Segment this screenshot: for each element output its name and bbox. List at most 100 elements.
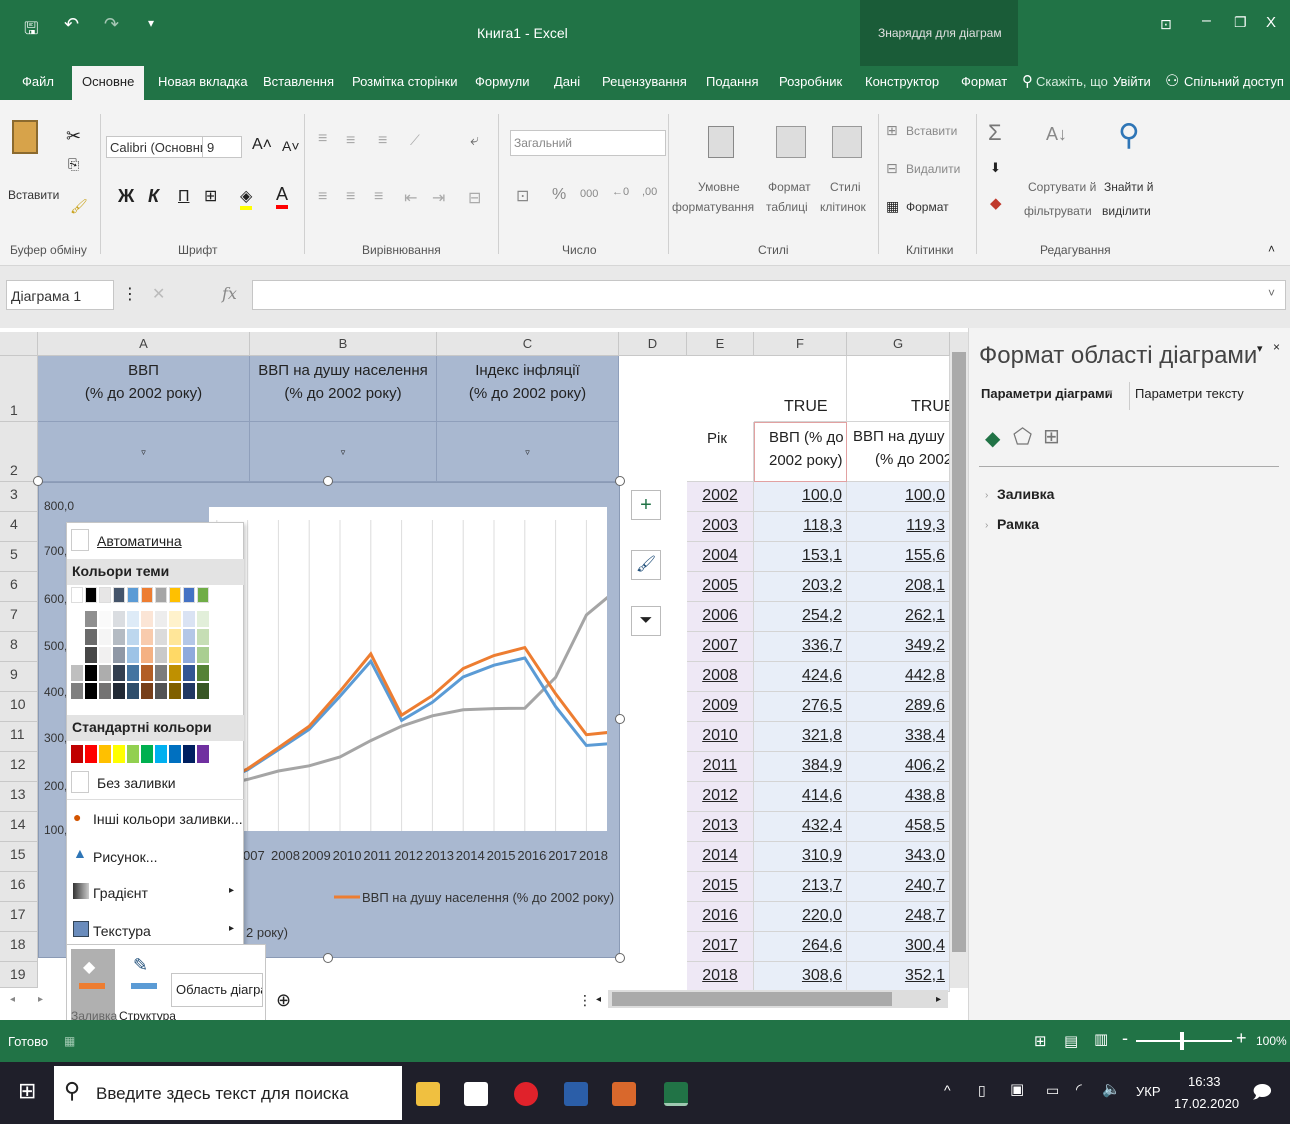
theme-color-swatch[interactable] [71,683,83,699]
sheet-nav-right-icon[interactable]: ▸ [38,994,43,1005]
theme-color-swatch[interactable] [197,587,209,603]
theme-color-swatch[interactable] [99,629,111,645]
standard-color-swatch[interactable] [197,745,209,763]
theme-color-swatch[interactable] [155,683,167,699]
excel-app-icon[interactable] [664,1082,688,1106]
pane-close-icon[interactable]: × [1273,340,1280,354]
tray-usb-icon[interactable]: ▯ [978,1082,986,1099]
chart-element-select[interactable]: Область діагра [171,973,263,1007]
theme-color-swatch[interactable] [141,587,153,603]
size-properties-icon[interactable]: ⊞ [1043,424,1060,449]
page-break-view-icon[interactable]: ▥ [1094,1030,1108,1048]
theme-color-swatch[interactable] [99,683,111,699]
effects-icon[interactable]: ⬠ [1013,424,1032,450]
theme-color-swatch[interactable] [197,647,209,663]
theme-color-swatch[interactable] [141,665,153,681]
fill-line-icon[interactable]: ◆ [985,426,1000,451]
theme-color-swatch[interactable] [183,587,195,603]
file-explorer-icon[interactable] [416,1082,440,1106]
theme-color-swatch[interactable] [169,683,181,699]
resize-handle[interactable] [323,476,333,486]
scroll-right-icon[interactable]: ▸ [936,994,941,1005]
fill-section[interactable]: Заливка [997,486,1054,502]
standard-color-swatch[interactable] [169,745,181,763]
tray-language[interactable]: УКР [1136,1084,1161,1099]
opera-icon[interactable] [514,1082,538,1106]
resize-handle[interactable] [615,953,625,963]
theme-color-swatch[interactable] [155,665,167,681]
theme-color-swatch[interactable] [99,665,111,681]
chart-styles-button[interactable]: 🖌 [631,550,661,580]
hscroll-thumb[interactable] [612,992,892,1006]
theme-color-swatch[interactable] [85,629,97,645]
more-fill-colors-option[interactable]: Інші кольори заливки... [93,811,270,827]
theme-color-swatch[interactable] [183,647,195,663]
theme-color-swatch[interactable] [127,647,139,663]
chart-elements-button[interactable]: + [631,490,661,520]
theme-color-swatch[interactable] [141,683,153,699]
theme-color-swatch[interactable] [85,647,97,663]
standard-color-swatch[interactable] [183,745,195,763]
theme-color-swatch[interactable] [127,629,139,645]
theme-color-swatch[interactable] [99,647,111,663]
theme-color-swatch[interactable] [141,611,153,627]
theme-color-swatch[interactable] [113,611,125,627]
theme-color-swatch[interactable] [155,611,167,627]
theme-color-swatch[interactable] [127,683,139,699]
theme-color-swatch[interactable] [71,629,83,645]
theme-color-swatch[interactable] [197,683,209,699]
resize-handle[interactable] [323,953,333,963]
zoom-slider[interactable] [1136,1040,1232,1042]
tray-up-icon[interactable]: ^ [944,1082,951,1098]
theme-color-swatch[interactable] [169,587,181,603]
theme-color-swatch[interactable] [99,587,111,603]
gradient-option[interactable]: Градієнт [93,885,270,901]
notifications-icon[interactable]: 🗩 [1252,1080,1272,1110]
standard-color-swatch[interactable] [113,745,125,763]
theme-color-swatch[interactable] [113,683,125,699]
standard-color-swatch[interactable] [127,745,139,763]
automatic-option[interactable]: Автоматична [97,533,274,549]
standard-color-swatch[interactable] [141,745,153,763]
theme-color-swatch[interactable] [71,611,83,627]
theme-color-swatch[interactable] [155,629,167,645]
resize-handle[interactable] [615,476,625,486]
chart-filters-button[interactable]: ⏷ [631,606,661,636]
tray-time[interactable]: 16:33 [1188,1074,1221,1089]
theme-color-swatch[interactable] [183,665,195,681]
pane-options-icon[interactable]: ▾ [1257,342,1263,355]
theme-color-swatch[interactable] [169,611,181,627]
windows-start-icon[interactable]: ⊞ [18,1078,36,1104]
theme-color-swatch[interactable] [127,665,139,681]
theme-color-swatch[interactable] [197,629,209,645]
horizontal-scrollbar[interactable] [608,990,948,1008]
theme-color-swatch[interactable] [113,587,125,603]
theme-color-swatch[interactable] [169,647,181,663]
theme-color-swatch[interactable] [141,629,153,645]
theme-color-swatch[interactable] [155,587,167,603]
normal-view-icon[interactable]: ⊞ [1034,1032,1047,1050]
theme-color-swatch[interactable] [71,665,83,681]
tray-volume-icon[interactable]: 🔈 [1102,1080,1121,1098]
tray-network-icon[interactable]: ◜ [1076,1080,1082,1098]
theme-color-swatch[interactable] [113,647,125,663]
theme-color-swatch[interactable] [169,665,181,681]
resize-handle[interactable] [615,714,625,724]
tray-date[interactable]: 17.02.2020 [1174,1096,1239,1111]
theme-color-swatch[interactable] [71,587,83,603]
sheet-nav-left-icon[interactable]: ◂ [10,994,15,1005]
theme-color-swatch[interactable] [169,629,181,645]
zoom-in-icon[interactable]: + [1236,1028,1247,1049]
security-app-icon[interactable] [612,1082,636,1106]
theme-color-swatch[interactable] [113,665,125,681]
theme-color-swatch[interactable] [71,647,83,663]
zoom-slider-thumb[interactable] [1180,1032,1184,1050]
theme-color-swatch[interactable] [183,629,195,645]
taskbar-search[interactable]: ⚲ Введите здесь текст для поиска [54,1066,402,1120]
theme-color-swatch[interactable] [85,611,97,627]
add-sheet-icon[interactable]: ⊕ [276,990,291,1011]
theme-color-swatch[interactable] [85,683,97,699]
standard-color-swatch[interactable] [99,745,111,763]
automatic-swatch[interactable] [71,529,89,551]
scroll-left-icon[interactable]: ◂ [596,994,601,1005]
